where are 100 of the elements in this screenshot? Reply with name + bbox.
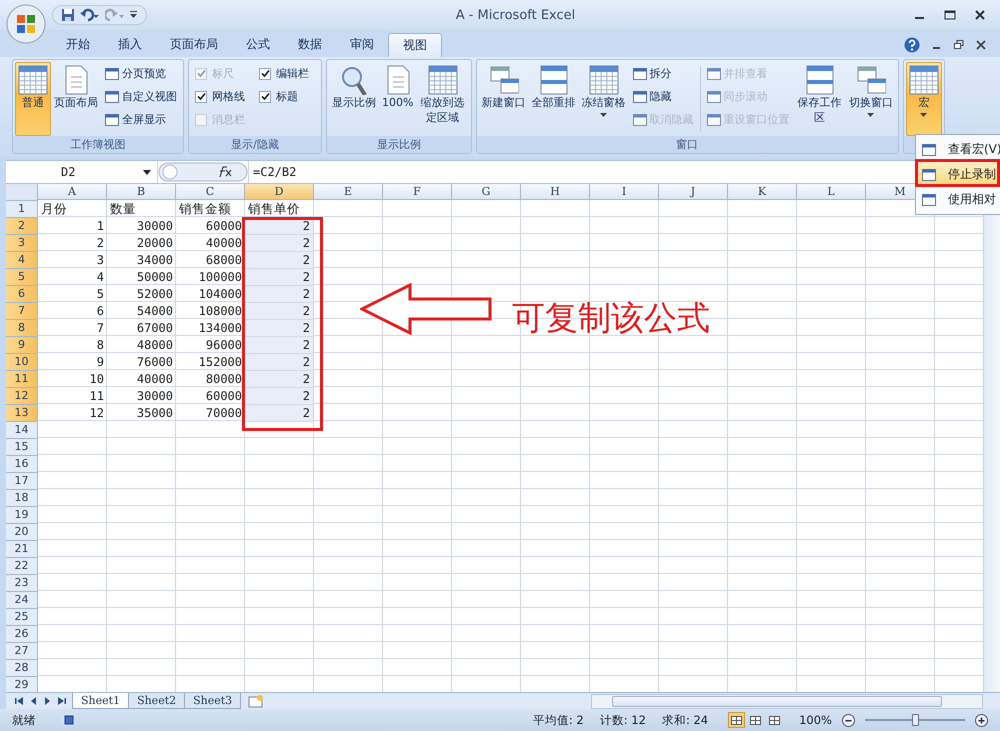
status-count: 计数: 12	[600, 712, 646, 728]
row-header[interactable]: 4	[6, 252, 38, 269]
checkbox[interactable]	[259, 68, 271, 80]
sheet-tab[interactable]: Sheet1	[72, 693, 130, 709]
record-macro-icon[interactable]	[64, 715, 74, 725]
ribbon-button[interactable]: 显示比例	[329, 62, 379, 136]
function-icon[interactable]	[158, 162, 248, 182]
sheet-tab[interactable]: Sheet2	[128, 693, 186, 709]
row-header[interactable]: 7	[6, 303, 38, 320]
zoom-in-icon[interactable]	[975, 714, 988, 726]
ribbon-tab[interactable]: 数据	[284, 33, 336, 57]
ribbon-button[interactable]: 新建窗口	[478, 62, 529, 136]
column-header[interactable]: G	[452, 184, 521, 200]
table-cell-text: 2	[96, 235, 105, 252]
ribbon-tab[interactable]: 公式	[232, 33, 284, 57]
ribbon-button[interactable]: 全部重排	[528, 62, 579, 136]
horizontal-scrollbar[interactable]	[591, 694, 983, 708]
column-header[interactable]: L	[797, 184, 866, 200]
name-box[interactable]: D2	[6, 161, 158, 183]
row-header[interactable]: 23	[6, 575, 38, 592]
row-header[interactable]: 15	[6, 439, 38, 456]
row-header[interactable]: 1	[6, 201, 38, 218]
row-header[interactable]: 25	[6, 609, 38, 626]
column-header[interactable]: I	[590, 184, 659, 200]
ribbon-button[interactable]: 全屏显示	[105, 110, 177, 129]
table-cell-text: 30000	[136, 388, 174, 405]
row-header[interactable]: 20	[6, 524, 38, 541]
row-header[interactable]: 22	[6, 558, 38, 575]
row-header[interactable]: 28	[6, 660, 38, 677]
last-sheet-icon[interactable]	[55, 696, 67, 706]
row-header[interactable]: 6	[6, 286, 38, 303]
row-header[interactable]: 26	[6, 626, 38, 643]
ribbon-button[interactable]: 普通	[15, 62, 51, 136]
ribbon-button[interactable]: 宏	[906, 62, 942, 136]
ribbon-tab[interactable]: 视图	[388, 33, 442, 57]
close-icon[interactable]	[974, 9, 986, 21]
group-label: 显示比例	[327, 136, 471, 153]
restore-icon[interactable]	[954, 40, 964, 50]
zoom-out-icon[interactable]	[842, 714, 855, 726]
customize-icon[interactable]	[130, 10, 138, 20]
close-icon[interactable]	[976, 40, 986, 50]
row-header[interactable]: 17	[6, 473, 38, 490]
help-icon[interactable]	[904, 37, 920, 53]
ribbon-button[interactable]: 分页预览	[105, 64, 177, 83]
row-header[interactable]: 5	[6, 269, 38, 286]
row-header[interactable]: 10	[6, 354, 38, 371]
checkbox[interactable]	[259, 90, 271, 102]
ribbon-button[interactable]: 自定义视图	[105, 87, 177, 106]
column-header[interactable]: F	[383, 184, 452, 200]
column-header[interactable]: A	[38, 184, 107, 200]
window-icon	[922, 194, 936, 206]
ribbon-tab[interactable]: 插入	[104, 33, 156, 57]
next-sheet-icon[interactable]	[42, 696, 52, 706]
view-button[interactable]	[728, 712, 746, 728]
row-header[interactable]: 13	[6, 405, 38, 422]
table-cell-text: 9	[96, 354, 105, 371]
row-header[interactable]: 29	[6, 677, 38, 692]
checkbox-label: 编辑栏	[276, 66, 309, 81]
window-icon	[706, 90, 721, 102]
row-header[interactable]: 12	[6, 388, 38, 405]
ribbon-button[interactable]: 拆分	[632, 64, 694, 83]
row-header[interactable]: 27	[6, 643, 38, 660]
first-sheet-icon[interactable]	[14, 696, 26, 706]
zoom-level[interactable]: 100%	[799, 713, 832, 727]
row-header[interactable]: 21	[6, 541, 38, 558]
ribbon-button[interactable]: 隐藏	[632, 87, 694, 106]
ribbon-button[interactable]: 切换窗口	[846, 62, 896, 136]
ribbon-button[interactable]: 缩放到选定区域	[416, 62, 469, 136]
ribbon-button[interactable]: 页面布局	[51, 62, 101, 136]
row-header[interactable]: 18	[6, 490, 38, 507]
column-header[interactable]: B	[107, 184, 176, 200]
column-header[interactable]: J	[659, 184, 728, 200]
column-header[interactable]: D	[245, 184, 314, 200]
sheet-tab[interactable]: Sheet3	[184, 693, 242, 709]
column-header[interactable]: E	[314, 184, 383, 200]
undo-icon[interactable]	[80, 8, 100, 22]
selected-cell: 2	[245, 405, 314, 422]
ribbon-tab[interactable]: 开始	[52, 33, 104, 57]
ribbon-tab[interactable]: 页面布局	[156, 33, 232, 57]
column-header[interactable]: K	[728, 184, 797, 200]
row-header[interactable]: 3	[6, 235, 38, 252]
row-header[interactable]: 24	[6, 592, 38, 609]
column-header[interactable]: C	[176, 184, 245, 200]
row-header[interactable]: 19	[6, 507, 38, 524]
row-header[interactable]: 11	[6, 371, 38, 388]
column-header[interactable]: H	[521, 184, 590, 200]
row-header[interactable]: 9	[6, 337, 38, 354]
previous-sheet-icon[interactable]	[29, 696, 39, 706]
row-header[interactable]: 2	[6, 218, 38, 235]
save-icon[interactable]	[61, 8, 75, 22]
ribbon-button[interactable]: 冻结窗格	[578, 62, 629, 136]
row-header[interactable]: 8	[6, 320, 38, 337]
insert-sheet-icon[interactable]	[247, 694, 266, 708]
ribbon-tab[interactable]: 审阅	[336, 33, 388, 57]
ribbon-button[interactable]: 100%	[379, 62, 416, 136]
ribbon-button[interactable]: 保存工作区	[794, 62, 846, 136]
checkbox[interactable]	[195, 90, 207, 102]
maximize-icon[interactable]	[944, 9, 956, 21]
row-header[interactable]: 16	[6, 456, 38, 473]
row-header[interactable]: 14	[6, 422, 38, 439]
